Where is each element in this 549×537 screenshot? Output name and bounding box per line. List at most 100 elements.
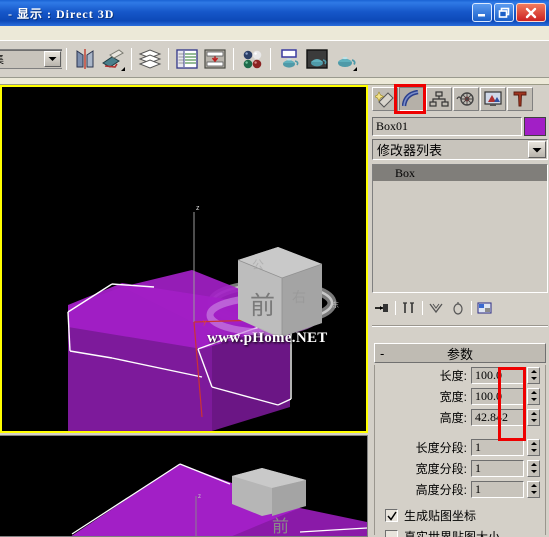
remove-modifier-icon[interactable] [448,298,468,318]
main-toolbar: 集 [0,26,549,85]
motion-tab[interactable] [453,87,479,111]
real-world-map-size-row[interactable]: 真实世界贴图大小 [375,526,545,537]
rollout-toggle[interactable]: - [380,347,384,360]
panel-divider [372,325,548,327]
width-segs-input[interactable]: 1 [471,459,524,477]
layer-manager-icon[interactable] [136,44,164,74]
show-end-result-icon[interactable] [399,298,419,318]
length-segs-spinner[interactable] [527,438,540,456]
secondary-viewport[interactable]: 前 z [0,435,368,537]
length-segs-input[interactable]: 1 [471,438,524,456]
make-unique-icon[interactable] [426,298,446,318]
height-segs-label: 高度分段: [415,482,467,497]
hierarchy-icon [429,91,449,107]
height-segs-input[interactable]: 1 [471,480,524,498]
width-label: 宽度: [439,389,467,404]
width-input[interactable]: 100.0 [471,387,524,405]
pin-stack-icon[interactable] [372,298,392,318]
svg-text:东: 东 [332,300,339,309]
height-segs-spinner[interactable] [527,480,540,498]
length-label: 长度: [439,368,467,383]
modifier-list-combo[interactable]: 修改器列表 [372,139,548,160]
toolbar-divider [66,48,67,70]
close-icon [525,7,537,18]
modify-tab[interactable] [399,87,425,111]
toolbar-divider [233,48,234,70]
rendered-frame-icon[interactable] [303,44,331,74]
modifier-stack[interactable]: Box [372,164,548,293]
motion-icon [456,92,474,106]
length-spinner[interactable] [527,366,540,384]
watermark-text: www.pHome.NET [207,330,328,346]
height-input[interactable]: 42.842 [471,408,524,426]
toolbar-divider [270,48,271,70]
object-name-row: Box01 [372,116,548,136]
render-setup-icon[interactable] [275,44,303,74]
svg-text:右: 右 [292,289,306,305]
create-tab[interactable] [372,87,398,111]
window-titlebar: - 显示 : Direct 3D [0,0,549,26]
svg-text:y: y [203,319,207,326]
quick-render-icon[interactable] [331,44,359,74]
align-icon[interactable] [99,44,127,74]
width-segs-row: 宽度分段: 1 [375,458,545,478]
3dsmax-window: - 显示 : Direct 3D 集 [0,0,549,537]
create-icon [375,91,394,108]
height-spinner[interactable] [527,408,540,426]
configure-sets-icon[interactable] [475,298,495,318]
utilities-tab[interactable] [507,87,533,111]
chevron-down-icon[interactable] [528,141,546,158]
display-icon [484,91,502,106]
chevron-down-icon[interactable] [44,51,61,67]
toolbar-divider [395,301,396,315]
window-title: - 显示 : Direct 3D [8,6,115,21]
object-name-field[interactable]: Box01 [372,116,522,136]
svg-text:z: z [196,205,200,212]
length-segs-label: 长度分段: [415,440,467,455]
toolbar-divider [131,48,132,70]
material-editor-icon[interactable] [238,44,266,74]
viewport-area: 西 东 [0,85,370,537]
modify-icon [402,90,419,107]
height-segs-row: 高度分段: 1 [375,479,545,499]
real-world-map-size-checkbox[interactable] [385,530,398,537]
generate-mapping-coords-label: 生成贴图坐标 [404,509,477,523]
hammer-icon [513,91,527,107]
width-spinner[interactable] [527,387,540,405]
parameters-rollout-body: 长度: 100.0 宽度: 100.0 高度: 42.842 长度分段: 1 宽 [374,365,546,537]
command-panel: Box01 修改器列表 Box - 参数 长度: 100.0 宽度: 100.0… [370,84,549,537]
svg-text:前: 前 [272,517,289,536]
perspective-viewport[interactable]: 西 东 [0,85,368,433]
display-tab[interactable] [480,87,506,111]
view-cube: 前 右 公 [237,247,323,337]
curve-editor-icon[interactable] [173,44,201,74]
viewport-scene: 西 东 [2,87,366,431]
toolbar-strip: 集 [0,40,549,78]
minimize-icon [478,13,485,16]
toolbar-divider [168,48,169,70]
restore-icon [498,7,510,18]
object-color-swatch[interactable] [524,116,546,136]
mirror-icon[interactable] [71,44,99,74]
toolbar-divider [471,301,472,315]
named-selection-set-combo[interactable]: 集 [0,49,62,69]
hierarchy-tab[interactable] [426,87,452,111]
width-segs-spinner[interactable] [527,459,540,477]
length-input[interactable]: 100.0 [471,366,524,384]
width-row: 宽度: 100.0 [375,386,545,406]
toolbar-divider [422,301,423,315]
check-icon [386,511,397,521]
parameters-rollout-header[interactable]: - 参数 [374,343,546,363]
restore-button[interactable] [494,3,514,22]
height-row: 高度: 42.842 [375,407,545,427]
generate-mapping-coords-row[interactable]: 生成贴图坐标 [375,505,545,526]
schematic-view-icon[interactable] [201,44,229,74]
close-button[interactable] [516,3,546,22]
length-row: 长度: 100.0 [375,365,545,385]
generate-mapping-coords-checkbox[interactable] [385,509,398,522]
length-segs-row: 长度分段: 1 [375,437,545,457]
modifier-stack-toolbar [372,297,548,319]
stack-item-box[interactable]: Box [373,165,547,181]
modifier-list-label: 修改器列表 [377,143,443,158]
minimize-button[interactable] [472,3,492,22]
